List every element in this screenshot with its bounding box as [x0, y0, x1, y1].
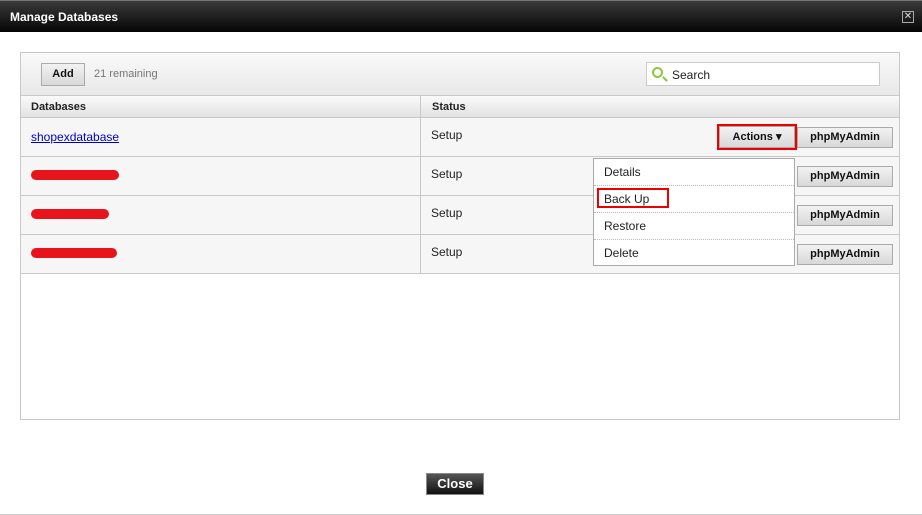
search-placeholder: Search: [672, 68, 711, 82]
dialog-title: Manage Databases: [10, 10, 119, 24]
menu-item-restore[interactable]: Restore: [594, 213, 794, 240]
column-status: Status: [432, 101, 466, 113]
menu-item-back-up[interactable]: Back Up: [594, 186, 794, 213]
actions-menu: Details Back Up Restore Delete: [593, 158, 795, 266]
status-text: Setup: [431, 128, 463, 142]
phpmyadmin-button[interactable]: phpMyAdmin: [797, 205, 893, 226]
close-button[interactable]: Close: [426, 473, 484, 495]
redacted-database-link[interactable]: [31, 248, 117, 258]
phpmyadmin-button[interactable]: phpMyAdmin: [797, 127, 893, 148]
remaining-count: 21 remaining: [94, 68, 158, 80]
status-text: Setup: [431, 206, 463, 220]
menu-item-details[interactable]: Details: [594, 159, 794, 186]
search-icon: [652, 67, 663, 78]
redacted-database-link[interactable]: [31, 170, 119, 180]
dialog-titlebar: Manage Databases ✕: [0, 0, 922, 32]
actions-button[interactable]: Actions ▾: [717, 124, 797, 150]
phpmyadmin-button[interactable]: phpMyAdmin: [797, 244, 893, 265]
phpmyadmin-button[interactable]: phpMyAdmin: [797, 166, 893, 187]
status-text: Setup: [431, 245, 463, 259]
table-row: shopexdatabase Setup Actions ▾ phpMyAdmi…: [21, 118, 899, 157]
add-button[interactable]: Add: [41, 63, 85, 86]
actions-label: Actions: [732, 131, 773, 143]
table-header: Databases Status: [21, 96, 899, 118]
redacted-database-link[interactable]: [31, 209, 109, 219]
close-icon[interactable]: ✕: [902, 11, 914, 23]
database-link[interactable]: shopexdatabase: [31, 130, 119, 144]
status-text: Setup: [431, 167, 463, 181]
menu-item-delete[interactable]: Delete: [594, 240, 794, 267]
caret-down-icon: ▾: [775, 131, 782, 143]
column-databases: Databases: [31, 101, 87, 113]
highlight-box: [597, 188, 669, 208]
search-input[interactable]: Search: [646, 62, 880, 86]
toolbar: Add 21 remaining Search: [21, 53, 899, 96]
